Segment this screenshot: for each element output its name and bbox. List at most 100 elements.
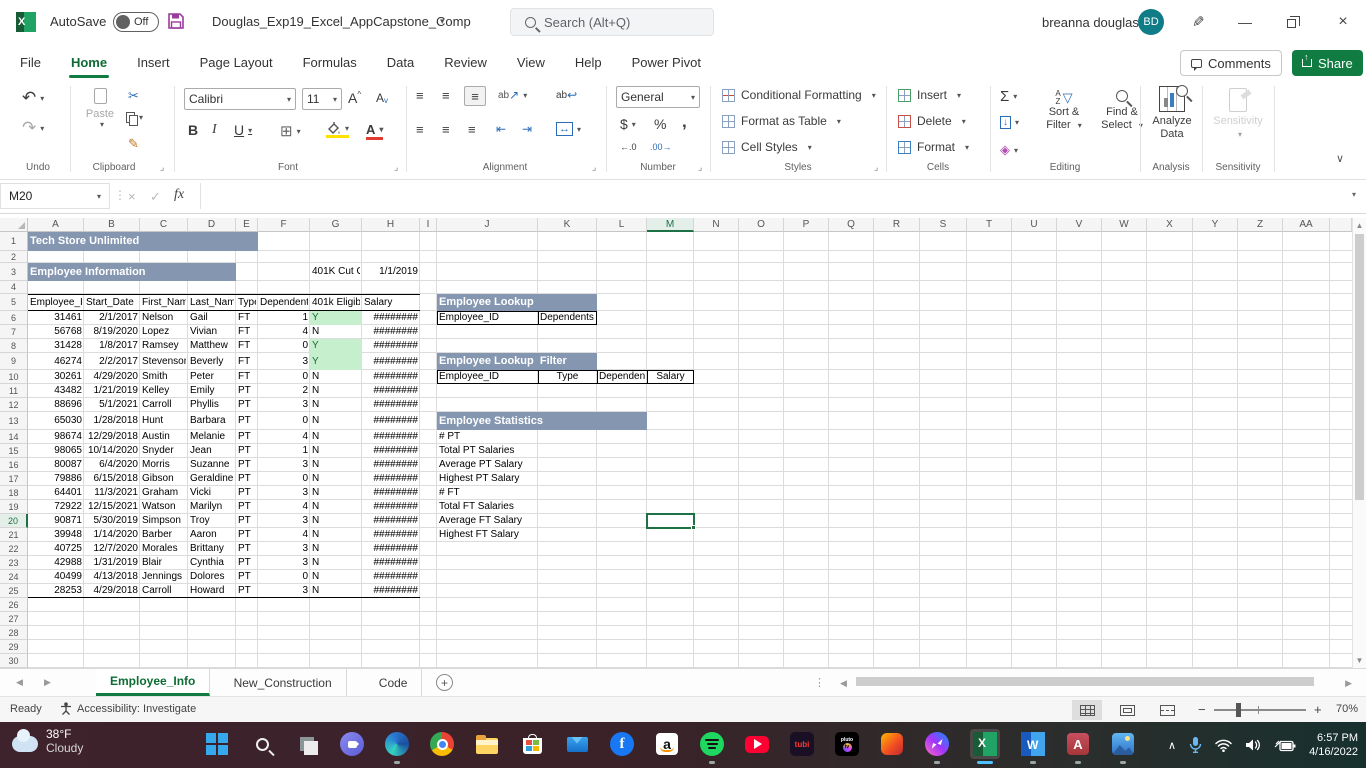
- first-name[interactable]: Nelson: [142, 311, 186, 325]
- salary-value[interactable]: ########: [364, 398, 419, 412]
- first-name[interactable]: Hunt: [142, 412, 186, 430]
- dependents[interactable]: 3: [260, 584, 308, 598]
- start-date[interactable]: 4/29/2018: [86, 584, 139, 598]
- row-header-15[interactable]: 15: [0, 444, 28, 458]
- tab-splitter-handle[interactable]: ⋮: [814, 676, 825, 689]
- eligible-flag[interactable]: N: [312, 542, 360, 556]
- row-header-10[interactable]: 10: [0, 370, 28, 384]
- increase-indent-button[interactable]: ⇥: [522, 122, 532, 136]
- search-input[interactable]: Search (Alt+Q): [510, 8, 714, 36]
- merge-center-button[interactable]: ↔ ▾: [556, 122, 581, 136]
- font-color-button[interactable]: A ▾: [366, 122, 384, 140]
- salary-value[interactable]: ########: [364, 311, 419, 325]
- salary-value[interactable]: ########: [364, 542, 419, 556]
- dependents[interactable]: 4: [260, 325, 308, 339]
- first-name[interactable]: Carroll: [142, 584, 186, 598]
- accessibility-status[interactable]: Accessibility: Investigate: [60, 702, 196, 715]
- column-header-B[interactable]: B: [84, 218, 140, 232]
- dependents[interactable]: 0: [260, 339, 308, 353]
- emp-type[interactable]: FT: [238, 339, 256, 353]
- column-header-C[interactable]: C: [140, 218, 188, 232]
- column-header-A[interactable]: A: [28, 218, 84, 232]
- chat-button[interactable]: [340, 732, 364, 756]
- first-name[interactable]: Lopez: [142, 325, 186, 339]
- close-button[interactable]: ×: [1320, 0, 1366, 44]
- access-button[interactable]: A: [1066, 732, 1090, 764]
- table-header-last_name[interactable]: Last_Name: [190, 294, 234, 311]
- store-button[interactable]: [520, 732, 544, 756]
- column-header-U[interactable]: U: [1012, 218, 1057, 232]
- table-header-401k eligible[interactable]: 401k Eligible: [312, 294, 360, 311]
- stat-label[interactable]: Total PT Salaries: [439, 444, 549, 458]
- ribbon-tab-power-pivot[interactable]: Power Pivot: [630, 44, 703, 80]
- delete-cells-button[interactable]: Delete ▾: [898, 114, 966, 128]
- dependents[interactable]: 1: [260, 311, 308, 325]
- vertical-scrollbar[interactable]: ▲ ▼: [1352, 218, 1366, 668]
- dependents[interactable]: 0: [260, 412, 308, 430]
- dependents[interactable]: 3: [260, 556, 308, 570]
- eligible-flag[interactable]: N: [312, 398, 360, 412]
- last-name[interactable]: Brittany: [190, 542, 234, 556]
- emp-type[interactable]: PT: [238, 556, 256, 570]
- confirm-entry-icon[interactable]: ✓: [150, 189, 161, 205]
- row-header-28[interactable]: 28: [0, 626, 28, 640]
- column-header-T[interactable]: T: [967, 218, 1012, 232]
- microphone-icon[interactable]: [1189, 737, 1202, 753]
- office-button[interactable]: [880, 732, 904, 756]
- align-right-button[interactable]: ≡: [468, 122, 476, 137]
- start-date[interactable]: 1/8/2017: [86, 339, 138, 353]
- emp-type[interactable]: PT: [238, 486, 256, 500]
- eligible-flag[interactable]: N: [312, 528, 360, 542]
- excel-taskbar-button[interactable]: X: [970, 729, 1000, 764]
- page-layout-view-button[interactable]: [1112, 700, 1142, 720]
- spotify-button[interactable]: [700, 732, 724, 764]
- eligible-flag[interactable]: Y: [312, 339, 360, 353]
- row-header-1[interactable]: 1: [0, 232, 28, 251]
- salary-value[interactable]: ########: [364, 500, 419, 514]
- photos-button[interactable]: [1111, 732, 1135, 764]
- percent-style-button[interactable]: %: [654, 116, 666, 132]
- eligible-flag[interactable]: Y: [312, 311, 360, 325]
- table-header-first_name[interactable]: First_Name: [142, 294, 186, 311]
- employee-id[interactable]: 30261: [30, 370, 82, 384]
- tray-chevron-icon[interactable]: ∧: [1168, 739, 1176, 752]
- row-header-3[interactable]: 3: [0, 263, 28, 281]
- start-date[interactable]: 11/3/2021: [86, 486, 138, 500]
- last-name[interactable]: Aaron: [190, 528, 234, 542]
- salary-value[interactable]: ########: [364, 412, 419, 430]
- column-header-F[interactable]: F: [258, 218, 310, 232]
- avatar[interactable]: BD: [1138, 9, 1164, 35]
- scroll-right-icon[interactable]: ▶: [1345, 678, 1352, 689]
- facebook-button[interactable]: f: [610, 732, 634, 756]
- ribbon-tab-home[interactable]: Home: [68, 44, 110, 80]
- first-name[interactable]: Morales: [142, 542, 186, 556]
- salary-value[interactable]: ########: [364, 528, 419, 542]
- row-header-5[interactable]: 5: [0, 294, 28, 311]
- start-date[interactable]: 4/29/2020: [86, 370, 139, 384]
- first-name[interactable]: Graham: [142, 486, 186, 500]
- tubi-button[interactable]: tubi: [790, 732, 814, 756]
- share-button[interactable]: Share: [1292, 50, 1363, 76]
- column-header-L[interactable]: L: [597, 218, 647, 232]
- start-date[interactable]: 12/7/2020: [86, 542, 139, 556]
- sheet-nav-left-icon[interactable]: ◀: [16, 677, 23, 688]
- italic-button[interactable]: I: [212, 122, 217, 138]
- sheet-tab-new_construction[interactable]: New_Construction: [220, 669, 347, 696]
- first-name[interactable]: Blair: [142, 556, 186, 570]
- name-box[interactable]: M20 ▾: [0, 183, 110, 209]
- comments-button[interactable]: Comments: [1180, 50, 1282, 76]
- eligible-flag[interactable]: N: [312, 412, 360, 430]
- last-name[interactable]: Troy: [190, 514, 234, 528]
- emp-type[interactable]: FT: [238, 325, 256, 339]
- column-header-E[interactable]: E: [236, 218, 258, 232]
- eligible-flag[interactable]: N: [312, 325, 360, 339]
- row-header-20[interactable]: 20: [0, 514, 28, 528]
- wifi-icon[interactable]: [1215, 739, 1232, 752]
- salary-value[interactable]: ########: [364, 353, 419, 370]
- alignment-launcher-icon[interactable]: ⌟: [592, 162, 596, 173]
- first-name[interactable]: Snyder: [142, 444, 186, 458]
- row-header-7[interactable]: 7: [0, 325, 28, 339]
- salary-value[interactable]: ########: [364, 556, 419, 570]
- first-name[interactable]: Stevenson: [142, 353, 186, 370]
- column-header-Z[interactable]: Z: [1238, 218, 1283, 232]
